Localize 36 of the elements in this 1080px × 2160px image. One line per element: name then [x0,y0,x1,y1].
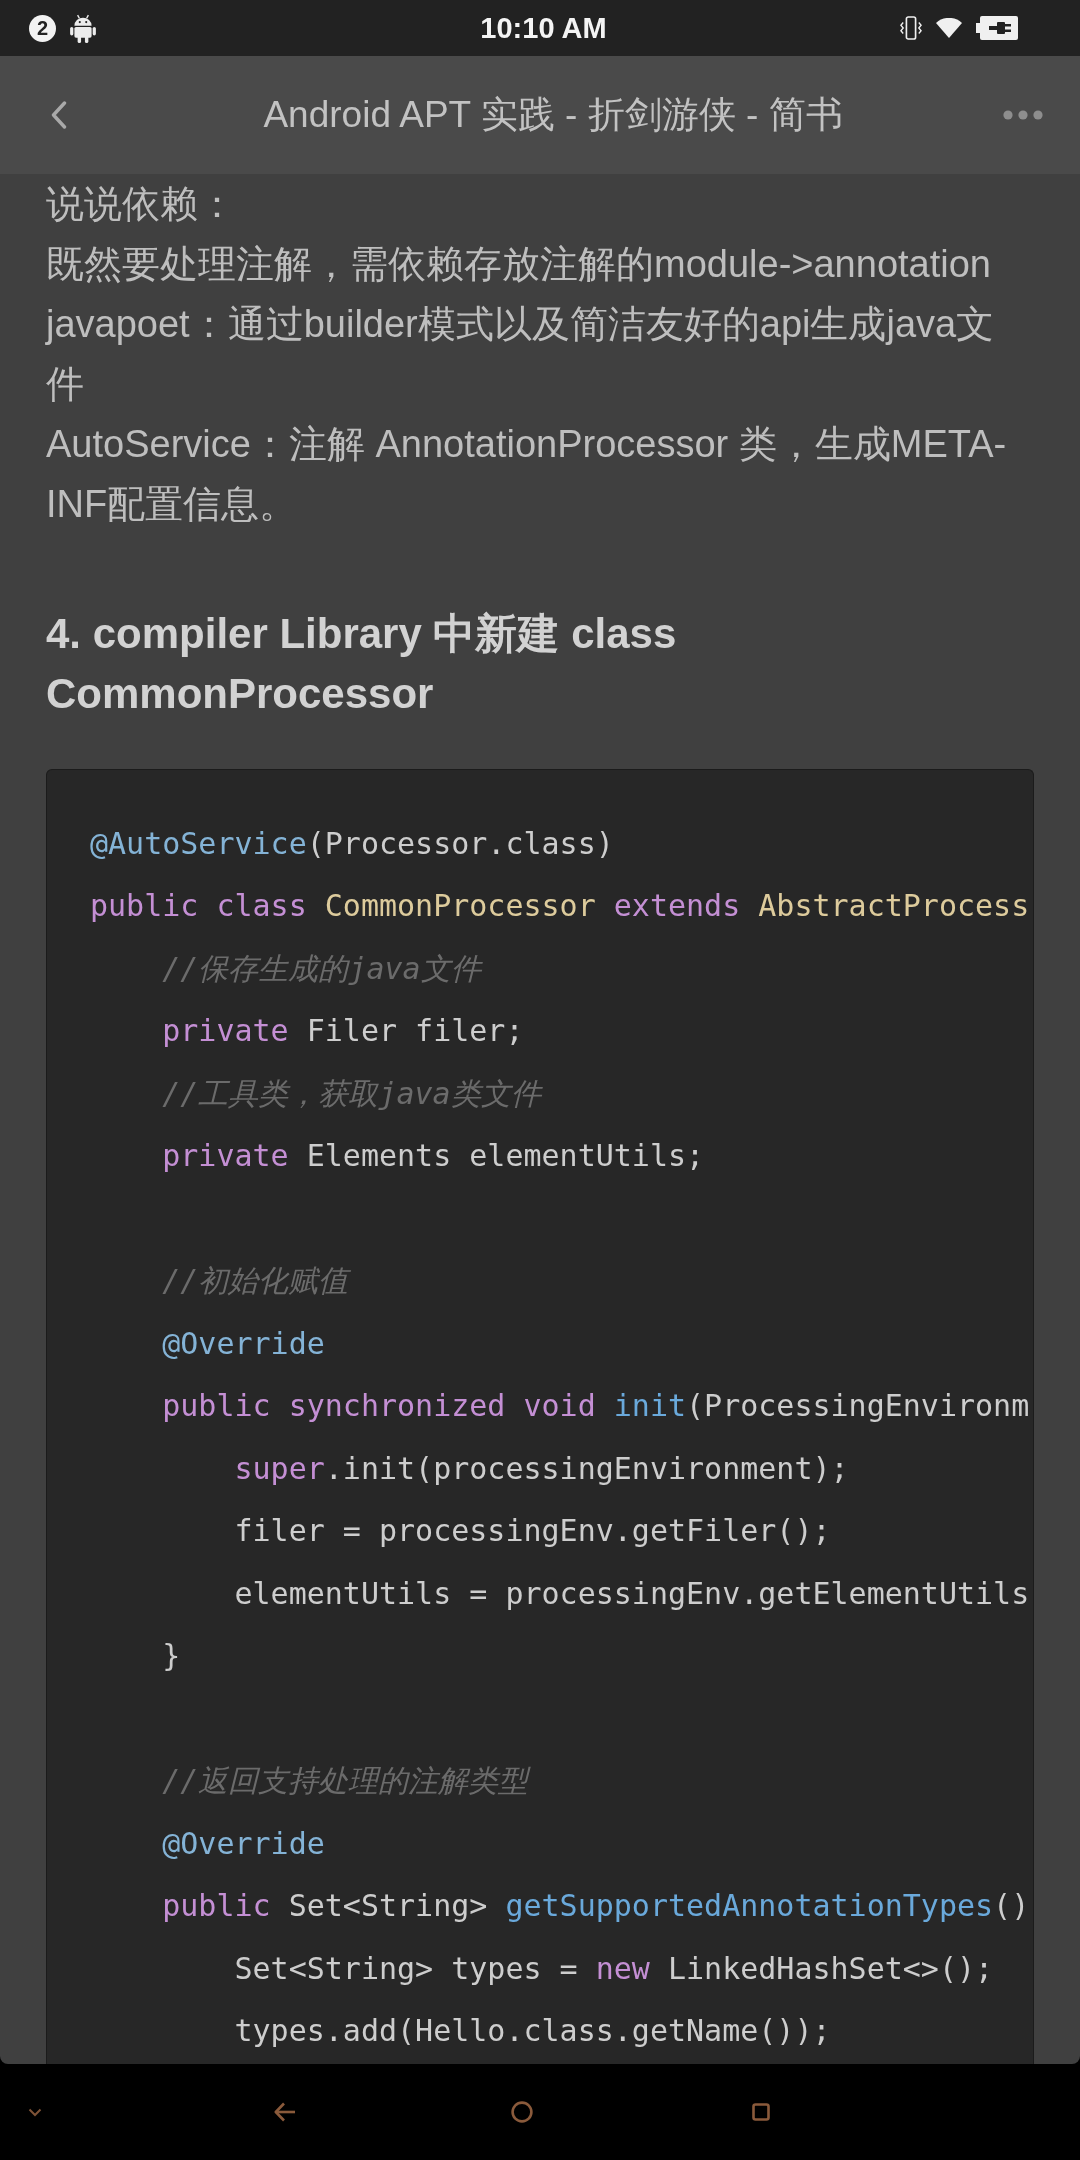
page-title: Android APT 实践 - 折剑游侠 - 简书 [263,93,843,137]
section-heading: 4. compiler Library 中新建 class CommonProcessor [46,609,678,719]
recents-icon[interactable] [752,2103,770,2121]
code-line: } [162,1637,181,1675]
code-line: Set<String> types = new LinkedHashSet<>(); [234,1949,994,1987]
code-line: @AutoService(Processor.class) [90,824,614,862]
code-line: private Elements elementUtils; [162,1137,705,1175]
code-line: //工具类，获取java类文件 [162,1074,541,1112]
code-line: //返回支持处理的注解类型 [162,1762,529,1800]
code-line: //初始化赋值 [162,1262,349,1300]
code-line: public synchronized void init(ProcessingEnvironm [162,1387,1030,1425]
status-time: 10:10 AM [480,11,607,45]
paragraph-text: 说说依赖： [46,182,236,227]
android-robot-icon [70,13,96,43]
home-icon[interactable] [511,2101,533,2123]
code-line: //保存生成的java文件 [162,949,481,987]
notification-count-badge: 2 [29,14,56,42]
code-line: elementUtils = processingEnv.getElementUtils [234,1574,1030,1612]
paragraph-text: AutoService：注解 AnnotationProcessor 类，生成META-INF配置信息。 [46,422,1008,527]
vibrate-icon [900,15,922,41]
paragraph-text: 既然要处理注解，需依赖存放注解的module->annotation [46,242,991,287]
back-icon[interactable] [50,101,67,129]
paragraph-text: javapoet：通过builder模式以及简洁友好的api生成java文件 [46,302,996,407]
code-line: types.add(Hello.class.getName()); [234,2012,831,2050]
code-line: super.init(processingEnvironment); [234,1449,849,1487]
code-line: private Filer filer; [162,1012,524,1050]
back-icon[interactable] [274,2102,296,2122]
code-line: filer = processingEnv.getFiler(); [234,1512,831,1550]
more-options-icon[interactable] [1003,110,1043,120]
code-line: @Override [162,1324,325,1362]
chevron-down-icon[interactable] [28,2107,42,2117]
battery-charging-icon [976,16,1018,40]
code-line: public class CommonProcessor extends AbstractProcess [90,887,1030,925]
code-line: public Set<String> getSupportedAnnotationTypes() [162,1887,1030,1925]
wifi-icon [936,18,962,38]
code-line: @Override [162,1824,325,1862]
